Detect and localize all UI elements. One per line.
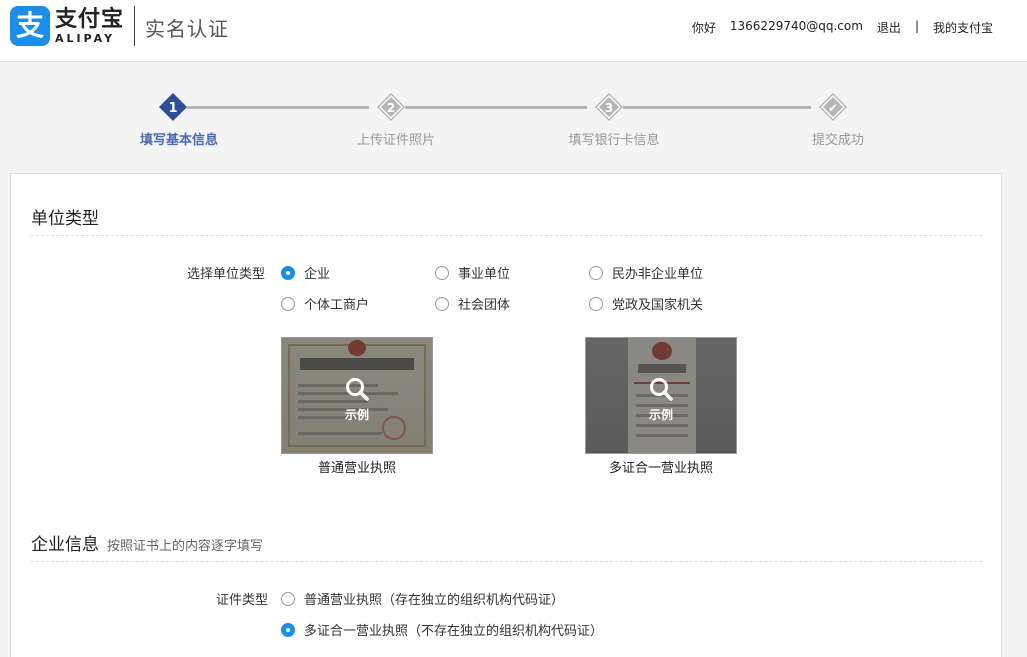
alipay-logo-wordmark: 支付宝 ALIPAY [55, 7, 124, 45]
unit-type-field-label: 选择单位类型 [187, 267, 266, 282]
radio-label: 个体工商户 [304, 298, 370, 313]
step-1-marker: 1 [158, 92, 188, 122]
step-4-marker: ✔ [818, 92, 848, 122]
radio-enterprise[interactable]: 企业 [281, 263, 330, 282]
page-title: 实名认证 [145, 17, 229, 41]
radio-label: 党政及国家机关 [612, 298, 704, 313]
step-3-label: 填写银行卡信息 [568, 133, 660, 148]
logo-cn-text: 支付宝 [55, 7, 125, 32]
svg-text:1: 1 [168, 101, 177, 116]
radio-circle[interactable] [281, 265, 295, 280]
logo-divider [134, 6, 135, 46]
radio-label: 企业 [304, 267, 331, 282]
checkmark-icon: ✔ [828, 101, 838, 115]
radio-label: 社会团体 [458, 298, 511, 313]
logo-en-text: ALIPAY [55, 32, 116, 45]
radio-label: 多证合一营业执照（不存在独立的组织机构代码证） [304, 624, 604, 639]
radio-ordinary-license[interactable]: 普通营业执照（存在独立的组织机构代码证） [281, 589, 564, 608]
radio-circle[interactable] [281, 622, 295, 637]
radio-label: 普通营业执照（存在独立的组织机构代码证） [304, 593, 565, 608]
radio-private-non-enterprise[interactable]: 民办非企业单位 [589, 263, 703, 282]
company-info-section-title: 企业信息 按照证书上的内容逐字填写 [31, 530, 263, 555]
svg-text:2: 2 [387, 101, 395, 115]
step-connector [623, 106, 811, 109]
unit-type-section-title: 单位类型 [31, 209, 99, 229]
radio-public-institution[interactable]: 事业单位 [435, 263, 510, 282]
sample-zoom-label: 示例 [344, 408, 369, 422]
section-divider [31, 561, 982, 562]
sample-ordinary-license[interactable]: 示例 [281, 337, 433, 454]
alipay-logo[interactable]: 支 支付宝 ALIPAY [10, 6, 124, 46]
step-4-label: 提交成功 [811, 133, 865, 148]
radio-circle[interactable] [589, 265, 603, 280]
top-header: 支 支付宝 ALIPAY 实名认证 你好 1366229740@qq.com 退… [0, 0, 1027, 62]
radio-circle[interactable] [435, 296, 449, 311]
form-card: 单位类型 选择单位类型 企业 事业单位 民办非企业单位 个体工商户 社会团体 党… [10, 173, 1002, 657]
company-info-title-text: 企业信息 [31, 535, 99, 555]
radio-circle[interactable] [281, 296, 295, 311]
radio-label: 事业单位 [458, 267, 511, 282]
alipay-logo-icon: 支 [10, 6, 50, 46]
radio-circle[interactable] [589, 296, 603, 311]
sample-zoom-label: 示例 [648, 408, 673, 422]
section-divider [31, 235, 982, 236]
magnifier-icon [346, 378, 369, 401]
logout-link[interactable]: 退出 [877, 19, 901, 36]
step-connector [187, 106, 369, 109]
account-email[interactable]: 1366229740@qq.com [730, 19, 863, 36]
sample-caption: 多证合一营业执照 [608, 461, 713, 476]
radio-multi-license[interactable]: 多证合一营业执照（不存在独立的组织机构代码证） [281, 620, 603, 639]
radio-social-organization[interactable]: 社会团体 [435, 294, 510, 313]
radio-government-agency[interactable]: 党政及国家机关 [589, 294, 703, 313]
company-info-subtitle: 按照证书上的内容逐字填写 [107, 539, 264, 554]
magnifier-icon [650, 378, 673, 401]
greeting-text: 你好 [691, 21, 716, 35]
certificate-type-field-label: 证件类型 [216, 593, 269, 608]
step-connector [405, 106, 587, 109]
step-3-marker: 3 [594, 92, 624, 122]
step-1-label: 填写基本信息 [139, 133, 219, 148]
top-nav: 你好 1366229740@qq.com 退出 | 我的支付宝 [692, 19, 993, 36]
radio-circle[interactable] [281, 591, 295, 606]
sample-caption: 普通营业执照 [317, 461, 396, 476]
svg-text:3: 3 [605, 101, 613, 115]
sample-multi-license[interactable]: 示例 [585, 337, 737, 454]
step-2-marker: 2 [376, 92, 406, 122]
radio-individual-business[interactable]: 个体工商户 [281, 294, 369, 313]
nav-separator: | [914, 19, 919, 33]
radio-circle[interactable] [435, 265, 449, 280]
step-2-label: 上传证件照片 [356, 133, 436, 148]
my-alipay-link[interactable]: 我的支付宝 [933, 19, 993, 36]
radio-label: 民办非企业单位 [612, 267, 704, 282]
